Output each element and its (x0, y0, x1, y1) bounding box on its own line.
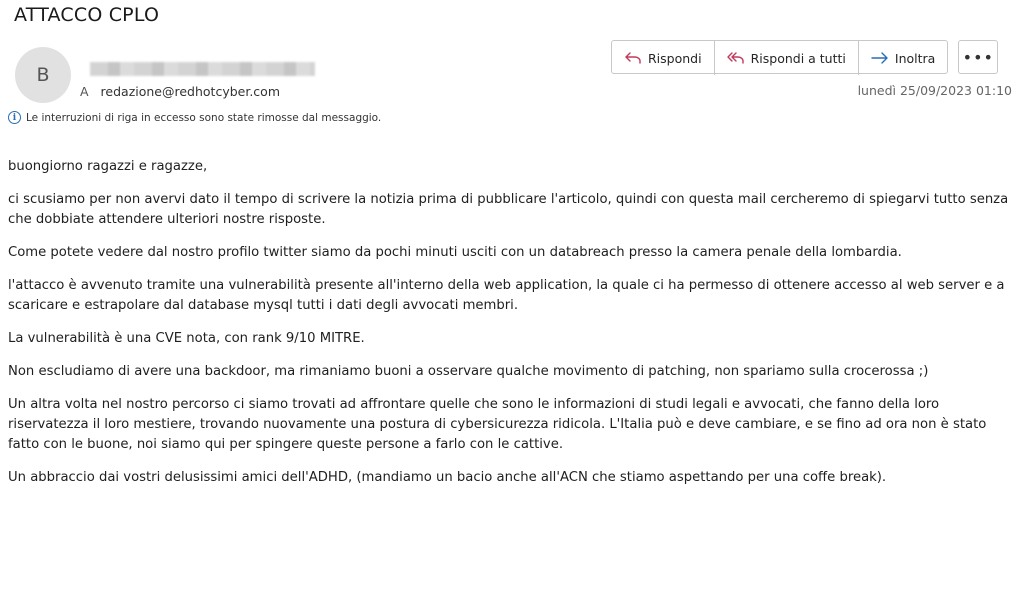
recipient-line: A redazione@redhotcyber.com (80, 84, 280, 99)
reply-all-arrow-icon (726, 52, 744, 64)
forward-button[interactable]: Inoltra (859, 41, 947, 75)
body-paragraph: Non escludiamo di avere una backdoor, ma… (8, 364, 929, 379)
body-paragraph: ci scusiamo per non avervi dato il tempo… (8, 192, 1009, 227)
action-group: Rispondi Rispondi a tutti Inoltra (611, 40, 949, 75)
reply-all-label: Rispondi a tutti (750, 50, 846, 66)
body-paragraph: Un altra volta nel nostro percorso ci si… (8, 397, 987, 452)
body-paragraph: buongiorno ragazzi e ragazze, (8, 159, 208, 174)
to-label: A (80, 84, 89, 99)
avatar[interactable]: B (15, 47, 71, 103)
forward-label: Inoltra (894, 50, 936, 66)
reply-arrow-icon (625, 52, 641, 64)
reply-label: Rispondi (648, 50, 702, 66)
body-paragraph: Come potete vedere dal nostro profilo tw… (8, 245, 902, 260)
notice-text: Le interruzioni di riga in eccesso sono … (26, 111, 382, 124)
message-body: buongiorno ragazzi e ragazze, ci scusiam… (8, 157, 1016, 501)
recipient-address[interactable]: redazione@redhotcyber.com (101, 84, 280, 99)
line-break-notice: i Le interruzioni di riga in eccesso son… (8, 111, 381, 124)
forward-arrow-icon (871, 52, 888, 64)
sender-name-redacted (90, 62, 315, 76)
body-paragraph: Un abbraccio dai vostri delusissimi amic… (8, 470, 887, 485)
message-date: lunedì 25/09/2023 01:10 (857, 83, 1012, 98)
reply-button[interactable]: Rispondi (612, 41, 715, 75)
info-circle-icon[interactable]: i (8, 111, 21, 124)
email-subject: ATTACCO CPLO (14, 4, 160, 26)
more-actions-button[interactable]: ••• (958, 40, 999, 74)
message-actions: Rispondi Rispondi a tutti Inoltra ••• (611, 40, 999, 75)
reply-all-button[interactable]: Rispondi a tutti (715, 41, 859, 75)
body-paragraph: La vulnerabilità è una CVE nota, con ran… (8, 331, 365, 346)
body-paragraph: l'attacco è avvenuto tramite una vulnera… (8, 278, 1005, 313)
